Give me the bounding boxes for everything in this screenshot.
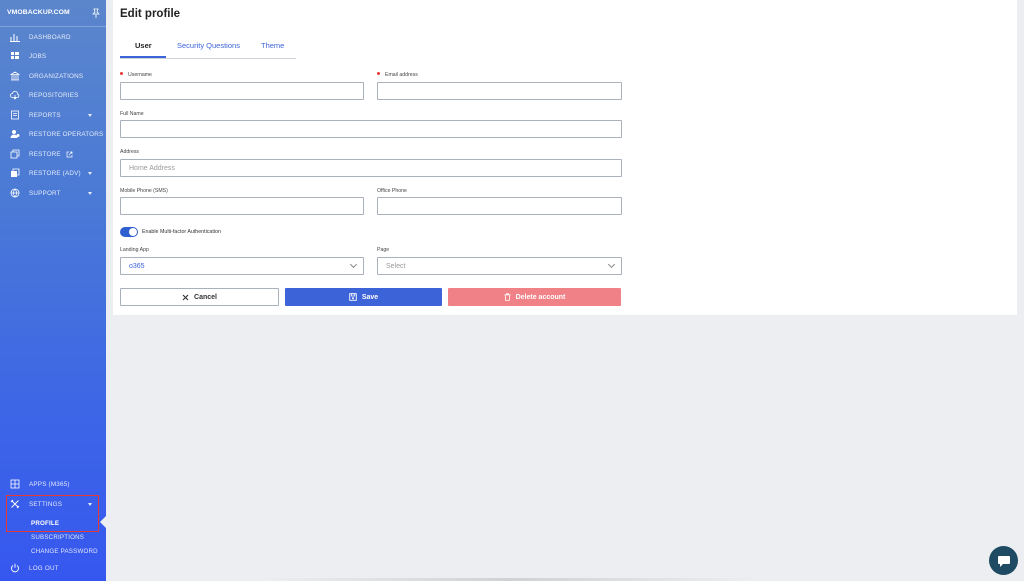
cancel-button[interactable]: Cancel (120, 288, 279, 306)
pin-icon[interactable] (92, 8, 100, 18)
save-icon (349, 293, 357, 301)
external-link-icon (66, 151, 73, 157)
active-indicator (100, 516, 106, 528)
sidebar-item-restore-operators[interactable]: RESTORE OPERATORS (0, 125, 106, 143)
fullname-label: Full Name (120, 111, 144, 117)
chat-bubble-icon (997, 555, 1010, 567)
report-icon (10, 110, 20, 120)
sidebar-item-label: RESTORE (ADV) (29, 169, 81, 177)
chevron-down-icon (88, 113, 92, 117)
sidebar-item-label: RESTORE (29, 150, 61, 158)
restore-icon (10, 149, 20, 159)
sidebar-item-apps[interactable]: APPS (M365) (0, 475, 106, 493)
globe-icon (10, 188, 20, 198)
cloud-icon (10, 90, 20, 100)
sidebar-item-restore[interactable]: RESTORE (0, 145, 106, 163)
office-phone-label: Office Phone (377, 188, 407, 194)
users-icon (10, 129, 20, 139)
tab-theme[interactable]: Theme (261, 41, 284, 50)
highlight-box (6, 495, 99, 532)
sidebar-item-label: JOBS (29, 52, 47, 60)
tab-active-underline (120, 56, 166, 58)
tab-bar: User Security Questions Theme (120, 39, 296, 59)
email-field[interactable] (377, 82, 622, 100)
address-placeholder: Home Address (129, 164, 175, 172)
sidebar-item-reports[interactable]: REPORTS (0, 106, 106, 124)
sidebar-subitem-subscriptions[interactable]: SUBSCRIPTIONS (31, 534, 84, 541)
chevron-down-icon (88, 191, 92, 195)
delete-label: Delete account (515, 293, 566, 301)
sidebar-item-label: RESTORE OPERATORS (29, 130, 104, 138)
sidebar-subitem-change-password[interactable]: CHANGE PASSWORD (31, 548, 98, 555)
save-label: Save (361, 293, 379, 301)
delete-account-button[interactable]: Delete account (448, 288, 621, 306)
sidebar-item-label: REPORTS (29, 111, 61, 119)
grid-icon (10, 479, 20, 489)
sidebar-item-label: REPOSITORIES (29, 91, 79, 99)
page-placeholder: Select (386, 262, 406, 270)
tab-security-questions[interactable]: Security Questions (177, 41, 240, 50)
mobile-phone-label: Mobile Phone (SMS) (120, 188, 168, 194)
sidebar-item-organizations[interactable]: ORGANIZATIONS (0, 67, 106, 85)
required-marker (120, 72, 123, 76)
mfa-label: Enable Multi-factor Authentication (142, 229, 221, 235)
sidebar-item-repositories[interactable]: REPOSITORIES (0, 86, 106, 104)
chat-button[interactable] (989, 546, 1018, 575)
power-icon (10, 563, 20, 573)
trash-icon (504, 293, 511, 301)
cancel-label: Cancel (194, 293, 217, 301)
sidebar: VMOBACKUP.COM DASHBOARD JOBS ORGANIZATIO… (0, 0, 106, 581)
sidebar-item-jobs[interactable]: JOBS (0, 47, 106, 65)
brand-name: VMOBACKUP.COM (7, 9, 70, 16)
sidebar-item-logout[interactable]: LOG OUT (0, 559, 106, 577)
divider (0, 26, 106, 27)
toggle-knob (129, 228, 137, 236)
mobile-phone-field[interactable] (120, 197, 364, 215)
edit-profile-panel: Edit profile User Security Questions The… (113, 0, 1017, 315)
username-field[interactable] (120, 82, 364, 100)
fullname-field[interactable] (120, 120, 622, 138)
required-marker (377, 72, 380, 76)
office-phone-field[interactable] (377, 197, 622, 215)
page-select[interactable]: Select (377, 257, 622, 275)
bar-chart-icon (10, 32, 20, 42)
sidebar-item-dashboard[interactable]: DASHBOARD (0, 28, 106, 46)
sidebar-item-label: ORGANIZATIONS (29, 72, 84, 80)
tab-user[interactable]: User (135, 41, 152, 50)
save-button[interactable]: Save (285, 288, 442, 306)
sidebar-item-label: APPS (M365) (29, 480, 70, 488)
page-title: Edit profile (120, 8, 181, 20)
landing-app-select[interactable]: o365 (120, 257, 364, 275)
landing-app-value: o365 (129, 262, 145, 270)
jobs-icon (10, 51, 20, 61)
chevron-down-icon (349, 260, 358, 269)
chevron-down-icon (88, 171, 92, 175)
address-label: Address (120, 149, 140, 155)
chevron-down-icon (607, 260, 616, 269)
sidebar-item-label: LOG OUT (29, 564, 59, 572)
sidebar-item-restore-adv[interactable]: RESTORE (ADV) (0, 164, 106, 182)
page-label: Page (377, 247, 390, 253)
sidebar-item-support[interactable]: SUPPORT (0, 184, 106, 202)
restore-adv-icon (10, 168, 20, 178)
email-label: Email address (377, 72, 418, 78)
building-icon (10, 71, 20, 81)
sidebar-item-label: DASHBOARD (29, 33, 71, 41)
landing-app-label: Landing App (120, 247, 149, 253)
sidebar-item-label: SUPPORT (29, 189, 61, 197)
address-field[interactable]: Home Address (120, 159, 622, 177)
close-icon (182, 294, 189, 300)
mfa-toggle[interactable] (120, 227, 138, 237)
username-label: Username (120, 72, 152, 78)
